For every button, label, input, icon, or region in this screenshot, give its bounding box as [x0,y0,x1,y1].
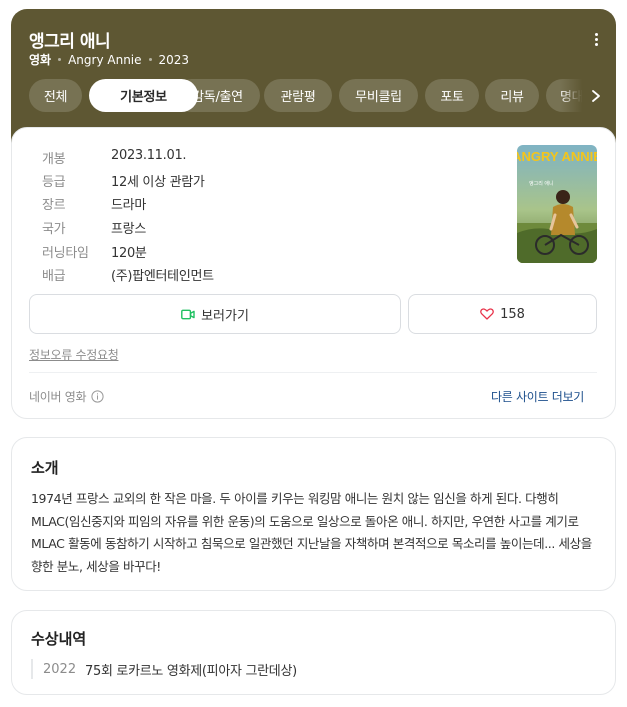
source-name: 네이버 영화 [29,390,87,404]
source-label: 네이버 영화 [29,388,104,405]
heart-icon [480,308,494,320]
movie-poster[interactable]: ANGRY ANNIE 앵그리 애니 [517,145,597,263]
info-value: 드라마 [111,198,146,213]
awards-card [11,610,616,695]
like-button[interactable]: 158 [408,294,597,334]
separator-dot [148,58,152,61]
tab-bar: 전체 기본정보 감독/출연 관람평 무비클립 포토 리뷰 명대사 [29,79,582,112]
info-value: 12세 이상 관람가 [111,175,205,190]
info-row-rating: 등급 12세 이상 관람가 [42,171,205,190]
info-key: 등급 [42,175,66,190]
report-error-link[interactable]: 정보오류 수정요청 [29,346,119,363]
movie-genre: 영화 [29,53,52,67]
info-key: 국가 [42,222,66,237]
divider [29,372,597,373]
tab-ratings[interactable]: 관람평 [264,79,332,112]
separator-dot [58,58,62,61]
award-year: 2022 [43,661,77,677]
tab-all[interactable]: 전체 [29,79,82,112]
award-item: 2022 75회 로카르노 영화제(피아자 그란데상) [31,659,297,679]
info-row-release: 개봉 2023.11.01. [42,148,187,167]
movie-subline: 영화 Angry Annie 2023 [29,51,189,68]
info-value: 120분 [111,246,147,261]
info-key: 장르 [42,198,66,213]
info-key: 러닝타임 [42,246,89,261]
chevron-right-icon[interactable] [588,86,604,106]
video-camera-icon [181,309,195,319]
info-row-genre: 장르 드라마 [42,194,146,213]
poster-title-text: ANGRY ANNIE [517,149,597,164]
info-row-distributor: 배급 (주)팝엔터테인먼트 [42,265,214,284]
more-options-icon[interactable] [588,29,604,49]
info-icon[interactable] [91,390,104,403]
intro-text: 1974년 프랑스 교외의 한 작은 마을. 두 아이를 키우는 워킹맘 애니는… [31,491,592,574]
tab-movie-clips[interactable]: 무비클립 [339,79,418,112]
poster-small-text: 앵그리 애니 [529,180,554,187]
info-row-runtime: 러닝타임 120분 [42,242,147,261]
info-value: 2023.11.01. [111,148,187,163]
movie-year: 2023 [158,52,190,67]
info-key: 배급 [42,269,66,284]
tab-reviews[interactable]: 리뷰 [485,79,539,112]
info-row-country: 국가 프랑스 [42,218,146,237]
info-key: 개봉 [42,152,66,167]
tab-director-cast[interactable]: 감독/출연 [175,79,260,112]
info-value: 프랑스 [111,222,146,237]
awards-title: 수상내역 [31,630,87,648]
tab-photos[interactable]: 포토 [425,79,479,112]
intro-title: 소개 [31,459,59,477]
other-sites-link[interactable]: 다른 사이트 더보기 [491,388,584,405]
info-value: (주)팝엔터테인먼트 [111,269,214,284]
like-count: 158 [500,306,525,322]
movie-title: 앵그리 애니 [29,32,111,52]
watch-button-label: 보러가기 [201,308,249,324]
watch-button[interactable]: 보러가기 [29,294,401,334]
award-name: 75회 로카르노 영화제(피아자 그란데상) [85,663,297,679]
movie-original-title: Angry Annie [68,52,142,67]
